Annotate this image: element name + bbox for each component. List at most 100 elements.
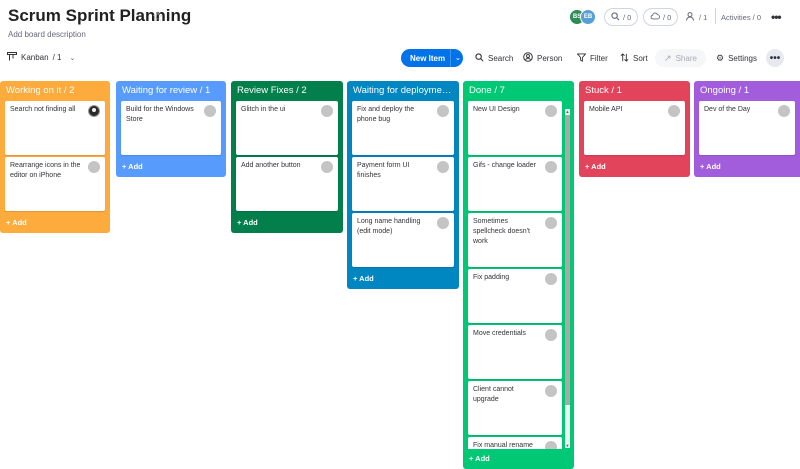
card[interactable]: Fix and deploy the phone bug [352, 101, 454, 155]
avatar[interactable] [545, 273, 557, 285]
column-title[interactable]: Ongoing / 1 [694, 81, 800, 101]
card[interactable]: Add another button [236, 157, 338, 211]
cloud-icon [650, 12, 660, 22]
card[interactable]: Long name handling (edit mode) [352, 213, 454, 267]
share-label: Share [675, 53, 697, 63]
card[interactable]: Gifs - change loader [468, 157, 562, 211]
scrollbar-thumb[interactable] [565, 115, 570, 405]
search-button[interactable]: Search [475, 49, 513, 67]
avatar[interactable] [321, 105, 333, 117]
board-more-menu[interactable]: ••• [771, 8, 782, 26]
filter-icon [576, 52, 587, 64]
card[interactable]: Build for the Windows Store [121, 101, 221, 155]
avatar[interactable] [545, 441, 557, 449]
column-title[interactable]: Waiting for deployment / 3 [347, 81, 459, 101]
settings-label: Settings [728, 53, 757, 63]
add-card-button[interactable]: + Add [694, 157, 800, 177]
avatar[interactable] [437, 161, 449, 173]
filter-label: Filter [590, 53, 608, 63]
search-label: Search [488, 53, 514, 63]
search-icon [475, 52, 484, 64]
avatar[interactable] [545, 161, 557, 173]
avatar[interactable] [204, 105, 216, 117]
column-done: Done / 7 New UI Design Gifs - change loa… [463, 81, 574, 469]
card-title: New UI Design [473, 106, 520, 113]
sort-button[interactable]: Sort [620, 49, 648, 67]
scrollbar[interactable]: ▲ ▼ [565, 109, 570, 448]
integrations-button[interactable]: / 0 [643, 8, 679, 26]
column-working-on-it: Working on it / 2 Search not finding all… [0, 81, 110, 233]
avatar[interactable] [437, 217, 449, 229]
column-title[interactable]: Stuck / 1 [579, 81, 690, 101]
card[interactable]: New UI Design [468, 101, 562, 155]
updates-button[interactable]: / 0 [604, 8, 639, 26]
column-ongoing: Ongoing / 1 Dev of the Day + Add [694, 81, 800, 177]
column-waiting-for-deployment: Waiting for deployment / 3 Fix and deplo… [347, 81, 459, 289]
star-icon[interactable]: ☆ [152, 9, 164, 25]
avatar[interactable] [545, 105, 557, 117]
card[interactable]: Fix manual rename [468, 437, 562, 449]
gear-icon: ⚙ [716, 52, 725, 63]
board-description[interactable]: Add board description [8, 30, 86, 39]
column-waiting-for-review: Waiting for review / 1 Build for the Win… [116, 81, 226, 177]
kanban-view-icon [7, 52, 17, 63]
add-card-button[interactable]: + Add [231, 213, 343, 233]
avatar[interactable] [321, 161, 333, 173]
share-button[interactable]: ↗ Share [655, 49, 706, 67]
avatar[interactable] [88, 161, 100, 173]
person-filter-button[interactable]: Person [523, 49, 562, 67]
avatar[interactable] [545, 385, 557, 397]
avatar[interactable] [778, 105, 790, 117]
column-title[interactable]: Done / 7 [463, 81, 574, 101]
new-item-button[interactable]: New Item ⌄ [401, 49, 463, 67]
card[interactable]: Move credentials [468, 325, 562, 379]
card[interactable]: Sometimes spellcheck doesn't work [468, 213, 562, 267]
avatar[interactable] [668, 105, 680, 117]
updates-count: / 0 [623, 12, 632, 22]
scroll-up-icon[interactable]: ▲ [565, 109, 570, 114]
share-icon: ↗ [664, 52, 672, 63]
add-card-button[interactable]: + Add [463, 449, 574, 469]
card[interactable]: Fix padding [468, 269, 562, 323]
card-title: Fix manual rename [473, 442, 533, 449]
integrations-count: / 0 [663, 12, 672, 22]
avatar[interactable] [545, 329, 557, 341]
card[interactable]: Client cannot upgrade [468, 381, 562, 435]
card[interactable]: Search not finding all [5, 101, 105, 155]
add-card-button[interactable]: + Add [579, 157, 690, 177]
add-card-button[interactable]: + Add [116, 157, 226, 177]
more-options-button[interactable]: ••• [766, 49, 784, 67]
column-title[interactable]: Waiting for review / 1 [116, 81, 226, 101]
add-card-button[interactable]: + Add [0, 213, 110, 233]
view-selector[interactable]: Kanban / 1 ⌄ [7, 52, 75, 63]
card[interactable]: Rearrange icons in the editor on iPhone [5, 157, 105, 211]
card[interactable]: Payment form UI finishes [352, 157, 454, 211]
activities-button[interactable]: Activities / 0 [721, 8, 761, 26]
chevron-down-icon[interactable]: ⌄ [451, 54, 461, 62]
avatar[interactable] [545, 217, 557, 229]
card-title: Search not finding all [10, 106, 76, 113]
column-title[interactable]: Working on it / 2 [0, 81, 110, 101]
column-stuck: Stuck / 1 Mobile API + Add [579, 81, 690, 177]
board-members-avatars[interactable]: BS EB [569, 8, 596, 26]
filter-button[interactable]: Filter [576, 49, 608, 67]
view-count: / 1 [52, 53, 62, 62]
person-add-icon [686, 11, 696, 23]
settings-button[interactable]: ⚙ Settings [716, 49, 757, 67]
avatar[interactable] [437, 105, 449, 117]
invite-members-button[interactable]: / 1 [686, 8, 707, 26]
card-title: Payment form UI finishes [357, 162, 410, 180]
card-title: Fix and deploy the phone bug [357, 106, 415, 124]
card-title: Build for the Windows Store [126, 106, 194, 124]
column-title[interactable]: Review Fixes / 2 [231, 81, 343, 101]
avatar[interactable] [88, 105, 100, 117]
card[interactable]: Mobile API [584, 101, 685, 155]
board-title[interactable]: Scrum Sprint Planning [8, 6, 191, 26]
card-title: Dev of the Day [704, 106, 751, 113]
card[interactable]: Dev of the Day [699, 101, 795, 155]
new-item-label: New Item [410, 53, 446, 63]
card[interactable]: Glitch in the ui [236, 101, 338, 155]
add-card-button[interactable]: + Add [347, 269, 459, 289]
person-label: Person [537, 53, 563, 63]
scroll-down-icon[interactable]: ▼ [565, 443, 570, 448]
